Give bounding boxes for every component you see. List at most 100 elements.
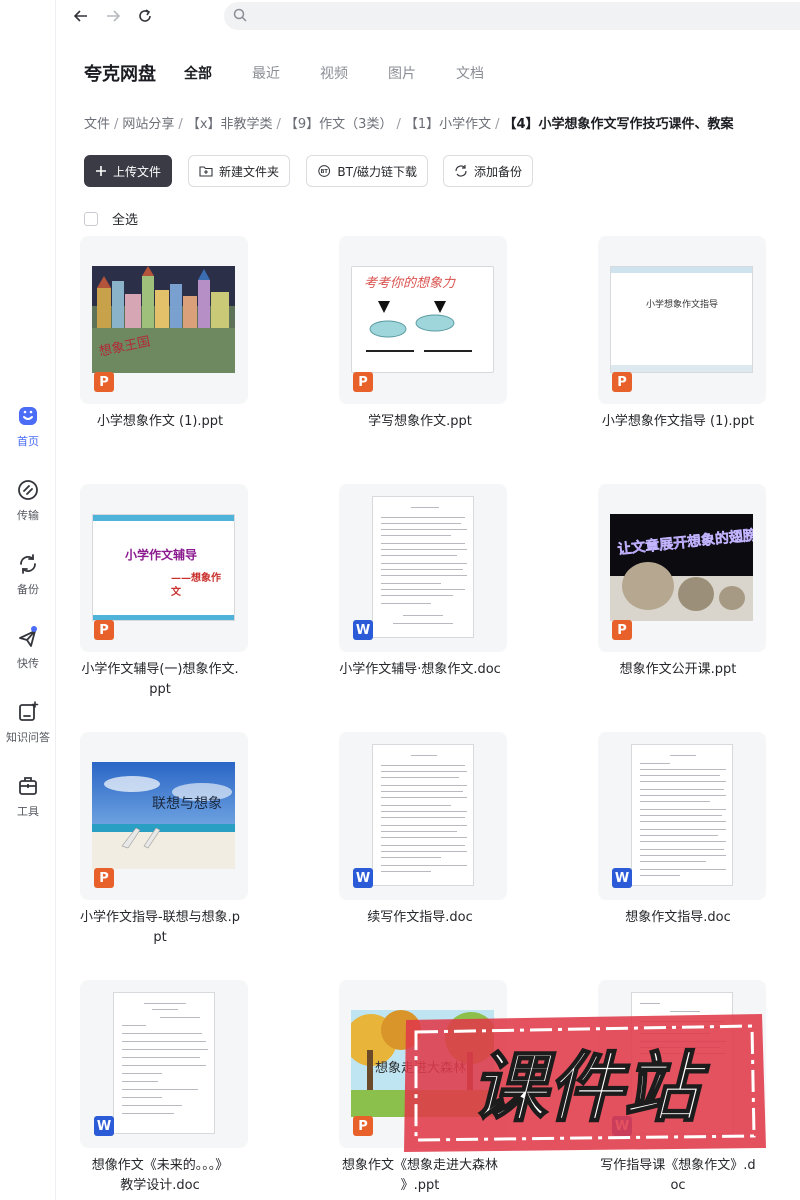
file-name: 小学作文辅导·想象作文.doc (339, 662, 501, 677)
arrow-left-icon (73, 10, 87, 22)
svg-text:考考你的想象力: 考考你的想象力 (364, 276, 456, 291)
breadcrumb-current: 【4】小学想象作文写作技巧课件、教案 (503, 117, 734, 132)
breadcrumb-item[interactable]: 【x】非教学类 (187, 117, 273, 132)
breadcrumb: 文件 / 网站分享 / 【x】非教学类 / 【9】作文（3类） / 【1】小学作文 / 【4】小学想… (84, 117, 734, 132)
word-badge-icon: W (612, 868, 632, 888)
new-folder-icon (199, 166, 213, 177)
svg-text:文: 文 (171, 585, 182, 598)
svg-text:小学作文辅导: 小学作文辅导 (125, 547, 197, 562)
qa-icon (19, 701, 39, 721)
sidebar-label: 工具 (17, 805, 39, 818)
bt-icon: BT (318, 165, 331, 177)
file-name: 续写作文指导.doc (367, 910, 473, 925)
sidebar-item-backup[interactable]: 备份 (0, 552, 56, 597)
select-all-checkbox[interactable] (84, 211, 98, 226)
ppt-badge-icon: P (612, 620, 632, 640)
select-all-label: 全选 (112, 213, 139, 228)
file-card[interactable]: W (339, 484, 507, 652)
slide-image: 小学作文辅导 ——想象作 文 (93, 515, 234, 620)
sidebar-label: 知识问答 (6, 731, 50, 744)
file-card[interactable]: 让文章展开想象的翅膀 P (598, 484, 766, 652)
file-thumbnail: 小学作文辅导 ——想象作 文 (92, 514, 235, 621)
tab-all[interactable]: 全部 (184, 63, 212, 83)
file-thumbnail: 让文章展开想象的翅膀 (610, 514, 753, 621)
file-name: 学写想象作文.ppt (368, 414, 472, 429)
file-name: 想象作文《想象走进大森林 》.ppt (341, 1158, 498, 1193)
sidebar-item-quick-share[interactable]: 快传 (0, 626, 56, 671)
refresh-icon (139, 9, 151, 22)
file-name: 想象作文指导.doc (625, 910, 731, 925)
sidebar-label: 首页 (17, 435, 39, 448)
search-icon (233, 8, 247, 22)
file-name: 小学作文指导-联想与想象.p pt (79, 910, 241, 945)
file-name: 想象作文公开课.ppt (619, 662, 737, 677)
beach-slide-image: 联想与想象 (92, 762, 235, 869)
tab-recent[interactable]: 最近 (252, 63, 280, 83)
bt-download-button[interactable]: BT BT/磁力链下载 (306, 155, 428, 187)
watermark-stamp: 课件站 (404, 1014, 766, 1152)
file-thumbnail: 考考你的想象力 (351, 266, 494, 373)
breadcrumb-item[interactable]: 文件 (84, 117, 110, 132)
forward-button[interactable] (102, 5, 124, 27)
sidebar-item-home[interactable]: 首页 (0, 404, 56, 449)
browser-toolbar (56, 0, 800, 34)
sidebar-label: 快传 (17, 657, 39, 670)
tab-image[interactable]: 图片 (388, 63, 416, 83)
file-card[interactable]: 考考你的想象力 P (339, 236, 507, 404)
home-icon (19, 407, 37, 425)
left-sidebar: 首页 传输 备份 快传 知识问答 工具 (0, 0, 56, 1200)
word-badge-icon: W (353, 868, 373, 888)
file-thumbnail (631, 744, 733, 886)
pottery-slide-image: 让文章展开想象的翅膀 (610, 514, 753, 621)
file-thumbnail (113, 992, 215, 1134)
sidebar-label: 备份 (17, 583, 39, 596)
svg-text:课件站: 课件站 (471, 1043, 710, 1132)
sidebar-label: 传输 (17, 509, 39, 522)
file-name: 小学作文辅导(一)想象作文. ppt (81, 662, 239, 697)
file-card[interactable]: 想象王国 P (80, 236, 248, 404)
file-thumbnail: 小学想象作文指导 (610, 266, 753, 373)
ppt-badge-icon: P (353, 1116, 373, 1136)
ppt-badge-icon: P (94, 372, 114, 392)
file-thumbnail: 联想与想象 (92, 762, 235, 869)
sidebar-item-tools[interactable]: 工具 (0, 774, 56, 819)
file-card[interactable]: W (80, 980, 248, 1148)
svg-text:BT: BT (321, 169, 329, 175)
word-badge-icon: W (353, 620, 373, 640)
refresh-button[interactable] (134, 5, 156, 27)
address-bar[interactable] (224, 2, 800, 30)
file-card[interactable]: W (339, 732, 507, 900)
ppt-badge-icon: P (94, 868, 114, 888)
tab-document[interactable]: 文档 (456, 63, 484, 83)
file-thumbnail (372, 744, 474, 886)
ppt-badge-icon: P (353, 372, 373, 392)
plus-icon (95, 166, 106, 176)
backup-icon (455, 165, 467, 177)
brand-title: 夸克网盘 (84, 64, 156, 85)
svg-text:——想象作: ——想象作 (171, 571, 221, 584)
slide-image: 小学想象作文指导 (611, 267, 752, 372)
sidebar-item-qa[interactable]: 知识问答 (0, 700, 56, 745)
transfer-icon (18, 480, 38, 500)
breadcrumb-item[interactable]: 【9】作文（3类） (285, 117, 393, 132)
ppt-badge-icon: P (612, 372, 632, 392)
ppt-badge-icon: P (94, 620, 114, 640)
quark-drive-window: 首页 传输 备份 快传 知识问答 工具 夸克网盘 全部 最近 视频 图片 文档 … (0, 0, 800, 1200)
upload-button[interactable]: 上传文件 (84, 155, 172, 187)
sidebar-item-transfer[interactable]: 传输 (0, 478, 56, 523)
file-card[interactable]: 小学想象作文指导 P (598, 236, 766, 404)
category-tabs: 全部 最近 视频 图片 文档 (184, 63, 524, 83)
back-button[interactable] (70, 5, 92, 27)
select-all-row: 全选 (84, 209, 138, 228)
file-card[interactable]: 小学作文辅导 ——想象作 文 P (80, 484, 248, 652)
new-folder-button[interactable]: 新建文件夹 (188, 155, 290, 187)
breadcrumb-item[interactable]: 【1】小学作文 (405, 117, 491, 132)
toolbox-icon (19, 777, 37, 795)
svg-text:小学想象作文指导: 小学想象作文指导 (646, 298, 718, 310)
file-card[interactable]: 联想与想象 P (80, 732, 248, 900)
tab-video[interactable]: 视频 (320, 63, 348, 83)
breadcrumb-item[interactable]: 网站分享 (122, 117, 174, 132)
add-backup-button[interactable]: 添加备份 (443, 155, 533, 187)
file-card[interactable]: W (598, 732, 766, 900)
file-thumbnail: 想象王国 (92, 266, 235, 373)
